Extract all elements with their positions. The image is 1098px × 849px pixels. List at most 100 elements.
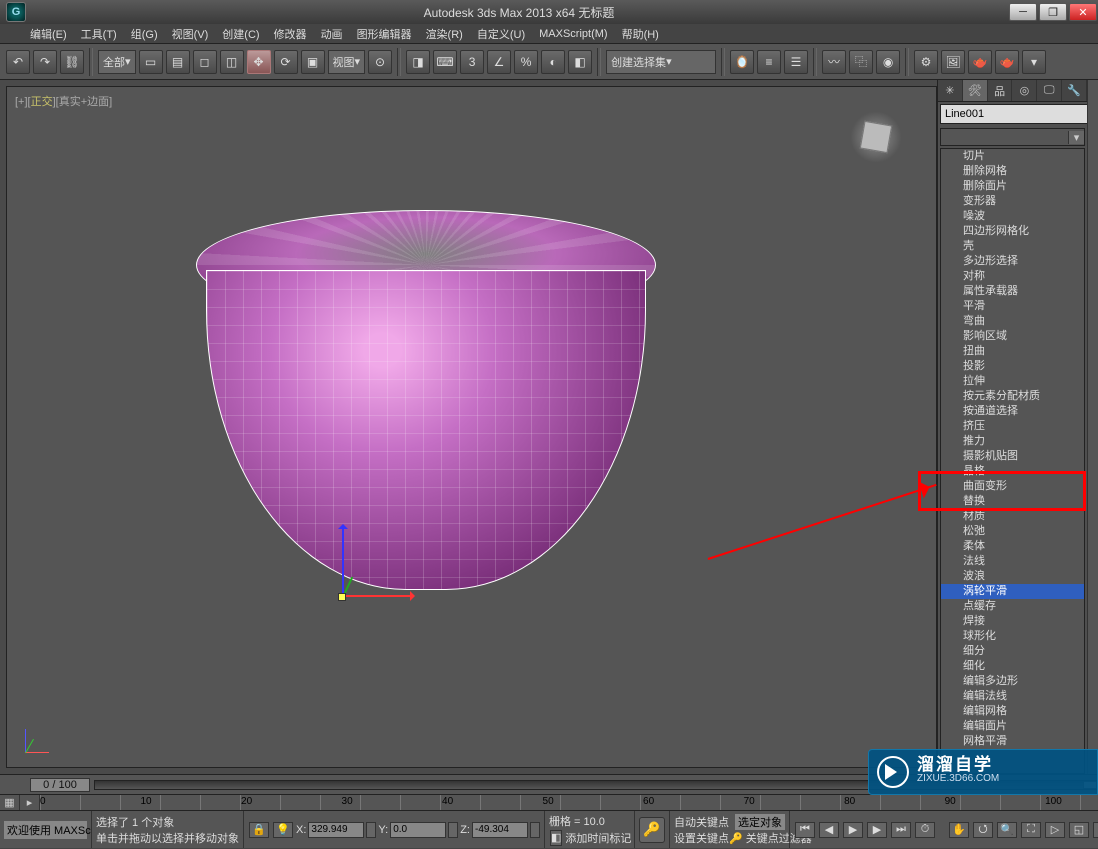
modifier-list[interactable]: 切片删除网格删除面片变形器噪波四边形网格化壳多边形选择对称属性承载器平滑弯曲影响… [940,148,1085,774]
selected-object-dropdown[interactable]: 选定对象 [735,814,785,830]
modifier-item[interactable]: 扭曲 [941,344,1084,359]
auto-key-button[interactable]: 自动关键点 [674,814,735,830]
render-button[interactable]: 🫖 [968,50,992,74]
viewport[interactable]: [+][正交][真实+边面] [6,86,937,768]
menu-render[interactable]: 渲染(R) [426,26,463,42]
goto-end-button[interactable]: ⏭ [891,822,911,838]
edged-faces-button[interactable]: ◧ [568,50,592,74]
modifier-item[interactable]: 柔体 [941,539,1084,554]
panel-scrollbar[interactable] [1087,80,1098,774]
rotate-button[interactable]: ⟳ [274,50,298,74]
align-button[interactable]: ≡ [757,50,781,74]
modifier-item[interactable]: 波浪 [941,569,1084,584]
maximize-viewport-button[interactable]: ◱ [1069,822,1089,838]
modifier-item[interactable]: 多边形选择 [941,254,1084,269]
modifier-item[interactable]: 变形器 [941,194,1084,209]
viewport-label[interactable]: [+][正交][真实+边面] [15,93,112,109]
close-button[interactable]: ✕ [1069,3,1097,21]
utilities-tab-icon[interactable]: 🔧 [1062,80,1087,101]
modifier-item[interactable]: 编辑网格 [941,704,1084,719]
menu-animation[interactable]: 动画 [321,26,343,42]
percent-snap-button[interactable]: % [514,50,538,74]
menu-help[interactable]: 帮助(H) [622,26,659,42]
create-tab-icon[interactable]: ✳ [938,80,963,101]
modifier-item[interactable]: 替换 [941,494,1084,509]
modifier-item[interactable]: 四边形网格化 [941,224,1084,239]
keyboard-shortcut-button[interactable]: ⌨ [433,50,457,74]
render-last-button[interactable]: 🫖 [995,50,1019,74]
modifier-item[interactable]: 属性承载器 [941,284,1084,299]
layer-button[interactable]: ☰ [784,50,808,74]
fov-button[interactable]: ▷ [1045,822,1065,838]
menu-customize[interactable]: 自定义(U) [477,26,525,42]
trackbar-toggle-icon[interactable]: ▦ [0,795,20,810]
modifier-item[interactable]: 删除面片 [941,179,1084,194]
select-manipulate-button[interactable]: ◨ [406,50,430,74]
modifier-item[interactable]: 法线 [941,554,1084,569]
modifier-item[interactable]: 投影 [941,359,1084,374]
modifier-item[interactable]: 细化 [941,659,1084,674]
modifier-item[interactable]: 挤压 [941,419,1084,434]
selection-lock-icon[interactable]: 🔒 [249,822,269,838]
gizmo-x-axis-icon[interactable] [342,595,412,597]
select-by-name-button[interactable]: ▤ [166,50,190,74]
time-config-button[interactable]: ⏱ [915,822,935,838]
object-name-field[interactable] [940,104,1092,124]
play-button[interactable]: ▶ [843,822,863,838]
modifier-item[interactable]: 噪波 [941,209,1084,224]
modifier-item[interactable]: 晶格 [941,464,1084,479]
coord-z-field[interactable] [472,822,528,838]
modifier-item[interactable]: 切片 [941,149,1084,164]
zoom-extents-button[interactable]: ⛶ [1021,822,1041,838]
time-slider-handle[interactable]: 0 / 100 [30,778,90,792]
view-nav1-button[interactable]: ◲ [1093,822,1098,838]
coord-y-spinner[interactable] [448,822,458,838]
modifier-item[interactable]: 编辑多边形 [941,674,1084,689]
time-tag-icon[interactable]: ◧ [550,830,562,846]
schematic-view-button[interactable]: ⿻ [849,50,873,74]
use-pivot-button[interactable]: ⊙ [368,50,392,74]
display-tab-icon[interactable]: 🖵 [1037,80,1062,101]
vase-mesh[interactable] [196,210,656,590]
named-set-dropdown[interactable]: 创建选择集 ▾ [606,50,716,74]
minimize-button[interactable]: ─ [1009,3,1037,21]
modifier-item[interactable]: 平滑 [941,299,1084,314]
render-frame-button[interactable]: 🖼 [941,50,965,74]
menu-maxscript[interactable]: MAXScript(M) [539,28,607,40]
menu-edit[interactable]: 编辑(E) [30,26,67,42]
viewcube[interactable] [846,107,906,167]
selection-filter-dropdown[interactable]: 全部 ▾ [98,50,136,74]
mirror-button[interactable]: 🪞 [730,50,754,74]
coord-x-spinner[interactable] [366,822,376,838]
modifier-item[interactable]: 曲面变形 [941,479,1084,494]
link-button[interactable]: ⛓ [60,50,84,74]
modifier-item[interactable]: 对称 [941,269,1084,284]
modify-tab-icon[interactable]: 🛠 [963,80,988,101]
rect-select-button[interactable]: ◻ [193,50,217,74]
trackbar-key-icon[interactable]: ▸ [20,795,40,810]
menu-grapheditors[interactable]: 图形编辑器 [357,26,412,42]
material-editor-button[interactable]: ◉ [876,50,900,74]
restore-button[interactable]: ❐ [1039,3,1067,21]
redo-button[interactable]: ↷ [33,50,57,74]
motion-tab-icon[interactable]: ◎ [1012,80,1037,101]
spinner-snap-button[interactable]: ◐ [541,50,565,74]
prev-frame-button[interactable]: ◀ [819,822,839,838]
modifier-item[interactable]: 松弛 [941,524,1084,539]
modifier-dropdown[interactable]: ▾ [940,128,1085,146]
modifier-item[interactable]: 网格平滑 [941,734,1084,749]
move-button[interactable]: ✥ [247,50,271,74]
modifier-item[interactable]: 拉伸 [941,374,1084,389]
menu-group[interactable]: 组(G) [131,26,158,42]
modifier-item[interactable]: 编辑面片 [941,719,1084,734]
modifier-item[interactable]: 推力 [941,434,1084,449]
coord-y-field[interactable] [390,822,446,838]
render-setup-button[interactable]: ⚙ [914,50,938,74]
modifier-item[interactable]: 球形化 [941,629,1084,644]
window-crossing-button[interactable]: ◫ [220,50,244,74]
undo-button[interactable]: ↶ [6,50,30,74]
modifier-item[interactable]: 编辑法线 [941,689,1084,704]
gizmo-origin-icon[interactable] [338,593,346,601]
modifier-item[interactable]: 材质 [941,509,1084,524]
set-key-lock-icon[interactable]: 🔑 [639,817,665,843]
